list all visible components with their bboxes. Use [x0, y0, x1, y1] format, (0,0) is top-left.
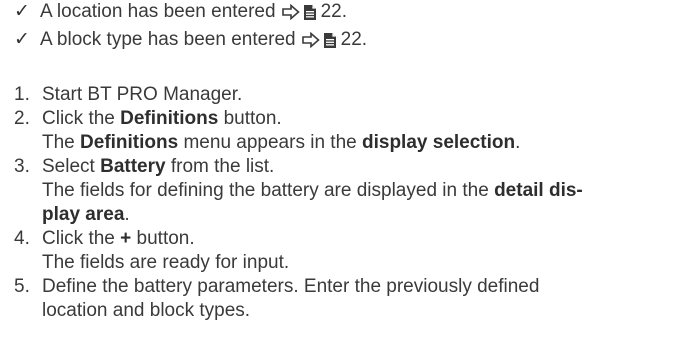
page-number: 22.: [340, 29, 368, 50]
prerequisites-list: ✓ A location has been entered 22. ✓ A bl…: [14, 0, 684, 50]
ui-term: detail dis-: [494, 180, 583, 201]
arrow-right-icon: [281, 4, 300, 20]
step-result: The fields are ready for input.: [42, 252, 290, 273]
step-number: 5.: [14, 276, 30, 297]
step-item: 1. Start BT PRO Manager.: [14, 83, 684, 107]
step-result: The Definitions menu appears in the disp…: [42, 131, 684, 155]
result-text: menu appears in the: [178, 132, 362, 153]
ui-term: Definitions: [120, 108, 219, 129]
prerequisite-item: ✓ A location has been entered 22.: [14, 0, 684, 22]
check-icon: ✓: [14, 29, 30, 50]
check-icon: ✓: [14, 1, 30, 22]
step-text: from the list.: [165, 156, 275, 177]
step-body: Define the battery parameters. Enter the…: [42, 275, 684, 323]
step-body: Click the + button. The fields are ready…: [42, 227, 684, 275]
step-text: button.: [218, 108, 282, 129]
step-number: 1.: [14, 84, 30, 105]
step-body: Start BT PRO Manager.: [42, 83, 684, 107]
step-item: 4. Click the + button. The fields are re…: [14, 227, 684, 275]
step-text: Define the battery parameters. Enter the…: [42, 276, 540, 297]
page-reference[interactable]: 22.: [301, 28, 368, 52]
result-text: The: [42, 132, 81, 153]
step-number: 2.: [14, 108, 30, 129]
result-text: The fields for defining the battery are …: [42, 180, 495, 201]
step-instruction: Select Battery from the list.: [42, 155, 684, 179]
step-instruction: Click the Definitions button.: [42, 107, 684, 131]
arrow-right-icon: [301, 32, 320, 48]
step-number: 3.: [14, 156, 30, 177]
prerequisite-text: A block type has been entered: [40, 29, 296, 50]
ui-term: play area: [42, 204, 125, 225]
step-text: location and block types.: [42, 300, 251, 321]
ui-term: Definitions: [80, 132, 179, 153]
steps-list: 1. Start BT PRO Manager. 2. Click the De…: [14, 83, 684, 323]
ui-term: +: [120, 228, 132, 249]
ui-term: Battery: [100, 156, 166, 177]
step-item: 3. Select Battery from the list. The fie…: [14, 155, 684, 227]
step-text: Click the: [42, 228, 121, 249]
result-text: .: [515, 132, 521, 153]
step-number: 4.: [14, 228, 30, 249]
result-text: .: [124, 204, 130, 225]
document-icon: [323, 32, 336, 48]
prerequisite-item: ✓ A block type has been entered 22.: [14, 22, 684, 50]
prerequisite-text: A location has been entered: [40, 1, 276, 22]
step-item: 2. Click the Definitions button. The Def…: [14, 107, 684, 155]
step-text: Select: [42, 156, 101, 177]
step-text: Start BT PRO Manager.: [42, 84, 243, 105]
step-item: 5. Define the battery parameters. Enter …: [14, 275, 684, 323]
step-body: Select Battery from the list. The fields…: [42, 155, 684, 227]
page-number: 22.: [320, 1, 347, 22]
document-icon: [303, 4, 316, 20]
instruction-page: ✓ A location has been entered 22. ✓ A bl…: [0, 0, 689, 358]
step-instruction: Click the + button.: [42, 227, 684, 251]
step-result: The fields for defining the battery are …: [42, 179, 684, 227]
page-reference[interactable]: 22.: [281, 0, 347, 24]
ui-term: display selection: [362, 132, 516, 153]
step-body: Click the Definitions button. The Defini…: [42, 107, 684, 155]
step-text: button.: [131, 228, 195, 249]
step-text: Click the: [42, 108, 121, 129]
